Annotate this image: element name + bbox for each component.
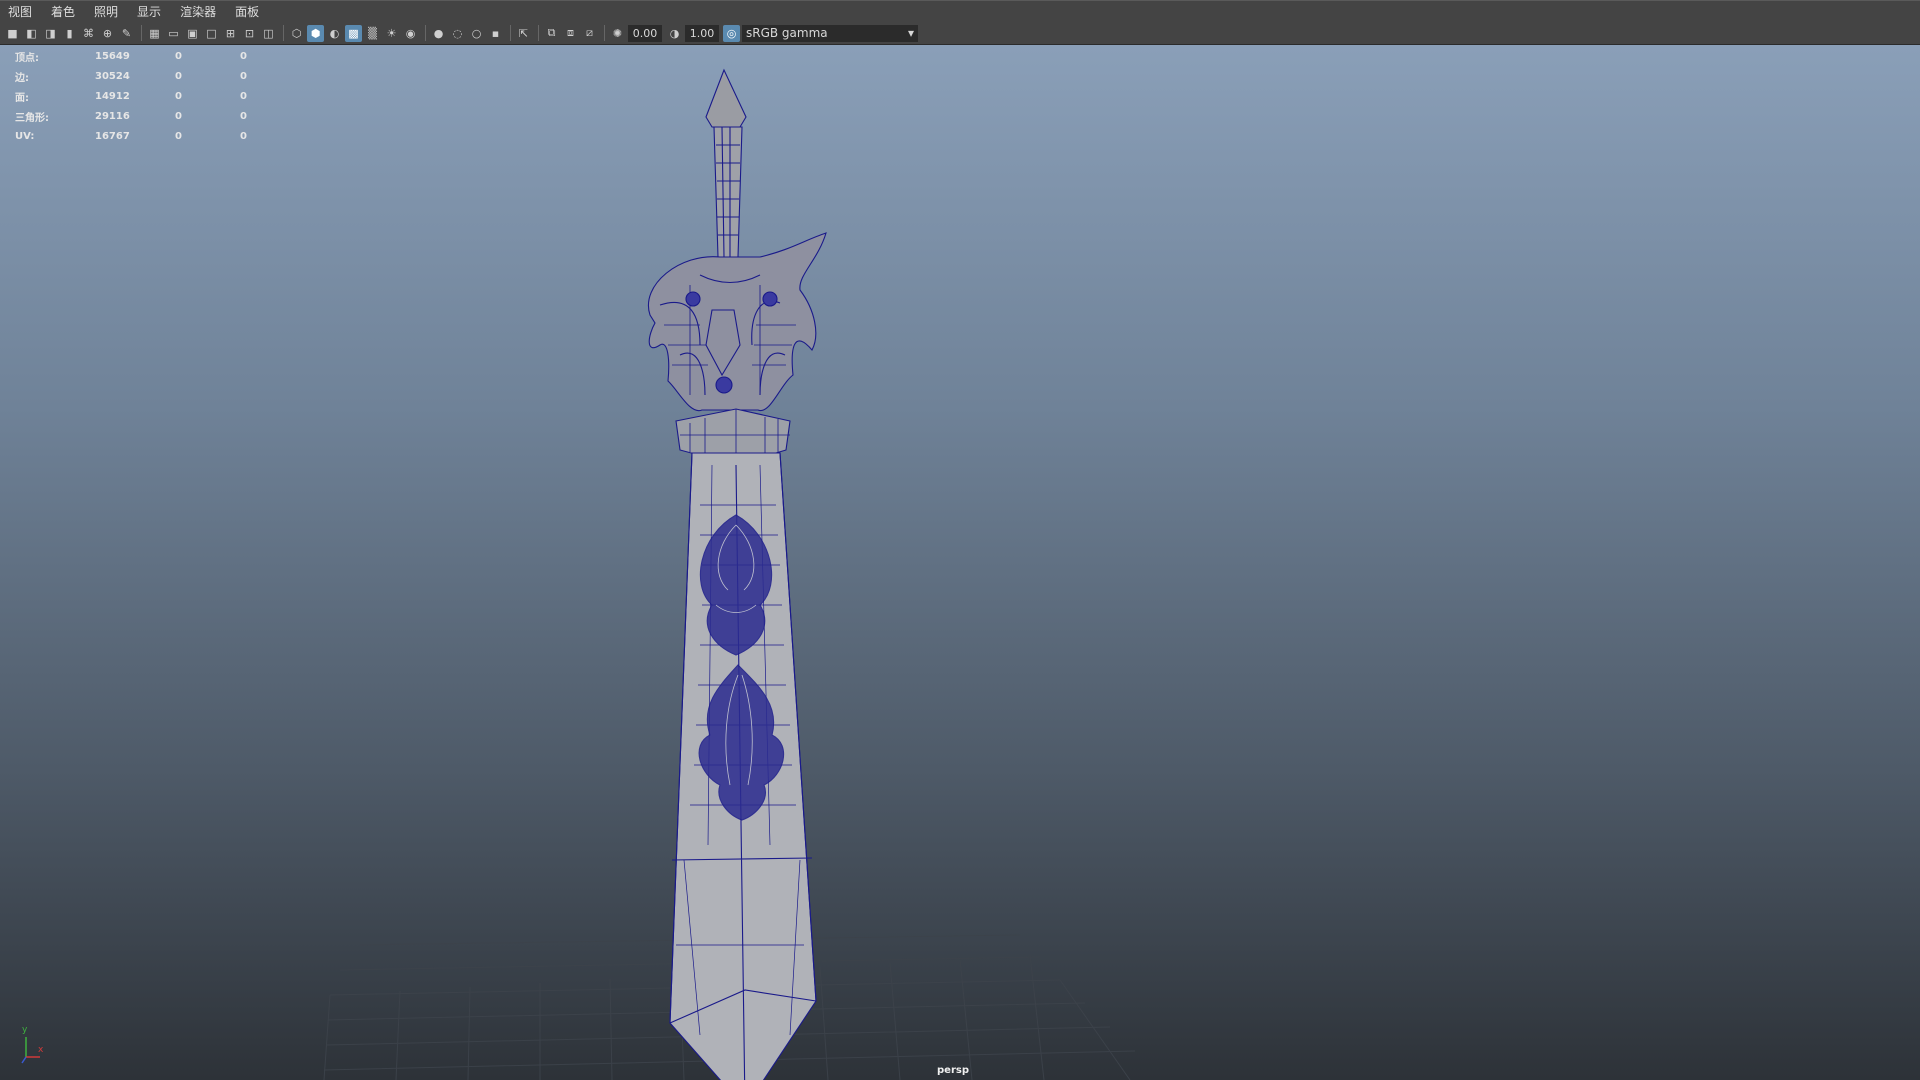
bookmark-camera-icon[interactable]: ◨ [42,25,59,42]
hud-selected: 0 [175,50,182,62]
poly-count-hud: 顶点: 15649 0 0 边: 30524 0 0 面: 14912 0 0 … [15,46,260,146]
shadows-icon[interactable]: ◉ [402,25,419,42]
hud-selected: 0 [175,130,182,142]
sword-model [647,68,827,1080]
hud-label: UV: [15,130,35,142]
gate-mask-icon[interactable]: □ [203,25,220,42]
toolbar-divider [538,25,539,41]
xray-joints-icon[interactable]: ⧄ [581,25,598,42]
color-space-dropdown[interactable]: sRGB gamma ▾ [742,24,918,42]
sword-guard [647,232,827,412]
viewport-menubar: 视图 着色 照明 显示 渲染器 面板 [0,0,1920,22]
smooth-shade-icon[interactable]: ⬢ [307,24,324,42]
motion-blur-icon[interactable]: ◌ [449,25,466,42]
isolate-select-icon[interactable]: ⇱ [515,25,532,42]
hud-row-triangles: 三角形: 29116 0 0 [15,106,260,126]
depth-of-field-icon[interactable]: ▪ [487,25,504,42]
hud-component: 0 [240,90,247,102]
hud-component: 0 [240,70,247,82]
hud-label: 三角形: [15,112,49,124]
menu-panels[interactable]: 面板 [235,3,259,20]
hud-component: 0 [240,130,247,142]
default-material-icon[interactable]: ◐ [326,25,343,42]
menu-shading[interactable]: 着色 [51,3,75,20]
hud-value: 16767 [95,130,130,142]
hud-row-vertices: 顶点: 15649 0 0 [15,46,260,66]
toolbar-divider [283,25,284,41]
chevron-down-icon: ▾ [907,26,914,40]
menu-show[interactable]: 显示 [137,3,161,20]
exposure-field[interactable]: 0.00 [628,24,662,42]
grid-icon[interactable]: ▦ [146,25,163,42]
toolbar-divider [510,25,511,41]
hud-value: 14912 [95,90,130,102]
2d-pan-zoom-icon[interactable]: ⊕ [99,25,116,42]
gamma-field[interactable]: 1.00 [685,24,719,42]
select-camera-icon[interactable]: ■ [4,25,21,42]
hud-row-faces: 面: 14912 0 0 [15,86,260,106]
image-plane-icon[interactable]: ⌘ [80,25,97,42]
wireframe-on-shaded-icon[interactable]: ▩ [345,24,362,42]
exposure-icon[interactable]: ✺ [609,25,626,42]
screen-space-ao-icon[interactable]: ● [430,25,447,42]
sword-pommel [705,68,747,128]
camera-attributes-icon[interactable]: ◧ [23,25,40,42]
field-chart-icon[interactable]: ⊞ [222,25,239,42]
anti-aliasing-icon[interactable]: ○ [468,25,485,42]
hud-component: 0 [240,50,247,62]
toolbar-divider [425,25,426,41]
safe-title-icon[interactable]: ◫ [260,25,277,42]
resolution-gate-icon[interactable]: ▣ [184,25,201,42]
hud-row-uvs: UV: 16767 0 0 [15,126,260,146]
hud-value: 30524 [95,70,130,82]
scene-canvas [21,68,1136,1080]
hud-selected: 0 [175,110,182,122]
menu-lighting[interactable]: 照明 [94,3,118,20]
3d-viewport[interactable]: 顶点: 15649 0 0 边: 30524 0 0 面: 14912 0 0 … [0,45,1920,1080]
hud-label: 顶点: [15,52,39,64]
bookmark-icon[interactable]: ▮ [61,25,78,42]
viewport-toolbar: ■ ◧ ◨ ▮ ⌘ ⊕ ✎ ▦ ▭ ▣ □ ⊞ ⊡ ◫ ⬡ ⬢ ◐ ▩ ▒ ☀ … [0,22,1920,45]
gamma-icon[interactable]: ◑ [666,25,683,42]
hud-component: 0 [240,110,247,122]
color-management-icon[interactable]: ◎ [723,24,740,42]
xray-icon[interactable]: ⧉ [543,25,560,42]
color-space-value: sRGB gamma [746,26,828,40]
wireframe-icon[interactable]: ⬡ [288,25,305,42]
hud-row-edges: 边: 30524 0 0 [15,66,260,86]
use-all-lights-icon[interactable]: ☀ [383,25,400,42]
safe-action-icon[interactable]: ⊡ [241,25,258,42]
camera-name-label: persp [937,1065,969,1076]
hud-label: 边: [15,72,29,84]
xray-active-components-icon[interactable]: ⧈ [562,25,579,42]
hud-value: 15649 [95,50,130,62]
hud-selected: 0 [175,90,182,102]
menu-renderer[interactable]: 渲染器 [180,3,216,20]
menu-view[interactable]: 视图 [8,3,32,20]
film-gate-icon[interactable]: ▭ [165,25,182,42]
hud-selected: 0 [175,70,182,82]
sword-grip [713,126,743,258]
grease-pencil-icon[interactable]: ✎ [118,25,135,42]
textured-icon[interactable]: ▒ [364,25,381,42]
toolbar-divider [604,25,605,41]
hud-label: 面: [15,92,29,104]
axis-y-label: y [22,1025,28,1035]
toolbar-divider [141,25,142,41]
hud-value: 29116 [95,110,130,122]
axis-x-label: x [38,1045,44,1055]
